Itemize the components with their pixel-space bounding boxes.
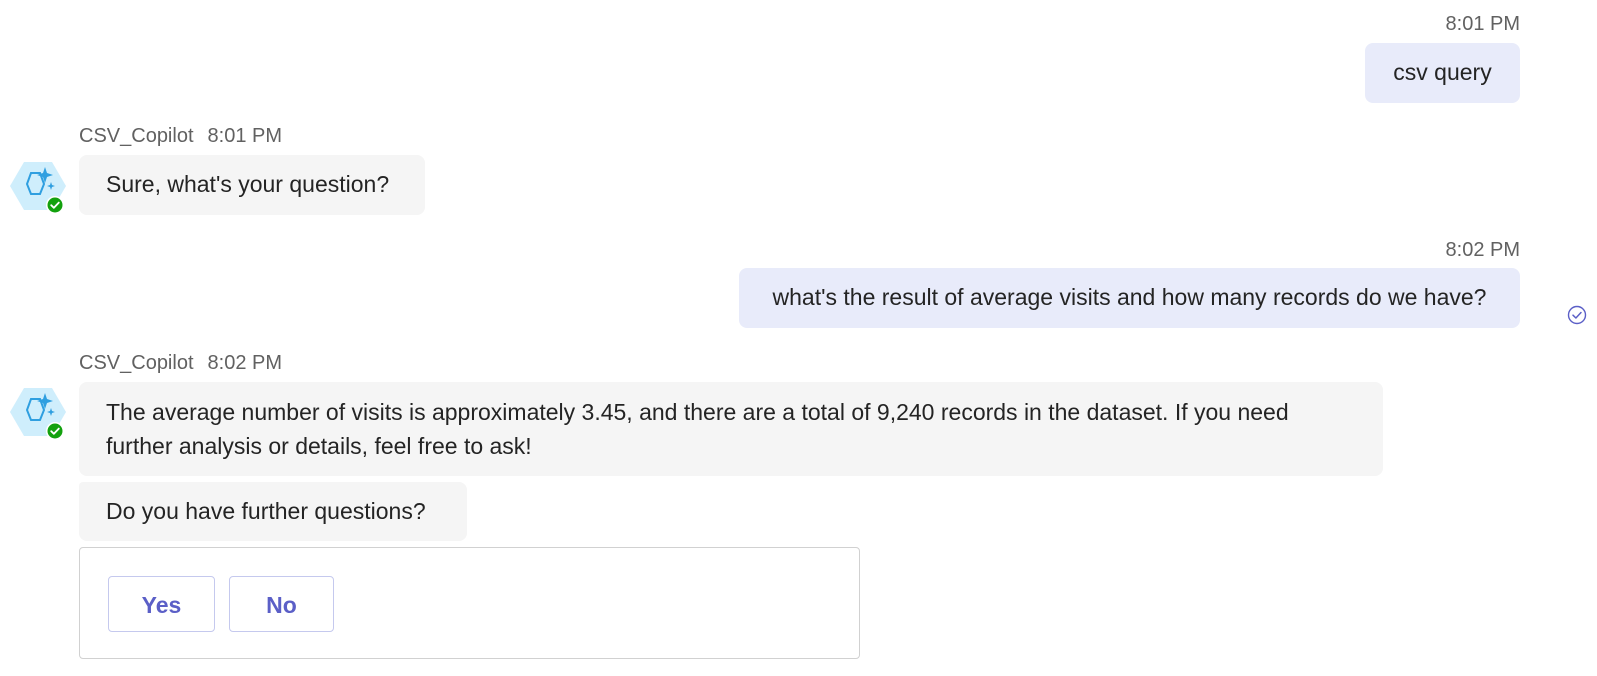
message-text: Sure, what's your question? xyxy=(106,171,390,197)
no-button[interactable]: No xyxy=(229,576,334,632)
yes-button[interactable]: Yes xyxy=(108,576,215,632)
message-timestamp: 8:01 PM xyxy=(1445,13,1520,35)
message-header: CSV_Copilot 8:02 PM xyxy=(79,352,282,375)
chat-thread: 8:01 PM csv query CSV_Copilot 8:01 PM Sur… xyxy=(0,0,1597,676)
available-check-icon xyxy=(46,196,64,214)
user-message-bubble[interactable]: what's the result of average visits and … xyxy=(739,268,1520,328)
message-timestamp: 8:02 PM xyxy=(207,352,282,374)
message-text: The average number of visits is approxim… xyxy=(106,399,1289,459)
sender-name[interactable]: CSV_Copilot xyxy=(79,125,194,147)
bot-message-bubble[interactable]: The average number of visits is approxim… xyxy=(79,382,1383,476)
available-check-icon xyxy=(46,422,64,440)
bot-message-bubble[interactable]: Sure, what's your question? xyxy=(79,155,425,215)
user-message-bubble[interactable]: csv query xyxy=(1365,43,1520,103)
sender-name[interactable]: CSV_Copilot xyxy=(79,352,194,374)
message-timestamp: 8:01 PM xyxy=(207,125,282,147)
message-text: Do you have further questions? xyxy=(106,498,426,524)
bot-followup-bubble[interactable]: Do you have further questions? xyxy=(79,482,467,541)
message-timestamp: 8:02 PM xyxy=(1445,239,1520,261)
message-header: CSV_Copilot 8:01 PM xyxy=(79,125,282,148)
bot-avatar[interactable] xyxy=(10,158,66,214)
seen-check-circle-icon xyxy=(1567,305,1587,325)
message-text: csv query xyxy=(1393,59,1492,85)
message-text: what's the result of average visits and … xyxy=(772,284,1487,310)
adaptive-card: Yes No xyxy=(79,547,860,659)
bot-avatar[interactable] xyxy=(10,384,66,440)
